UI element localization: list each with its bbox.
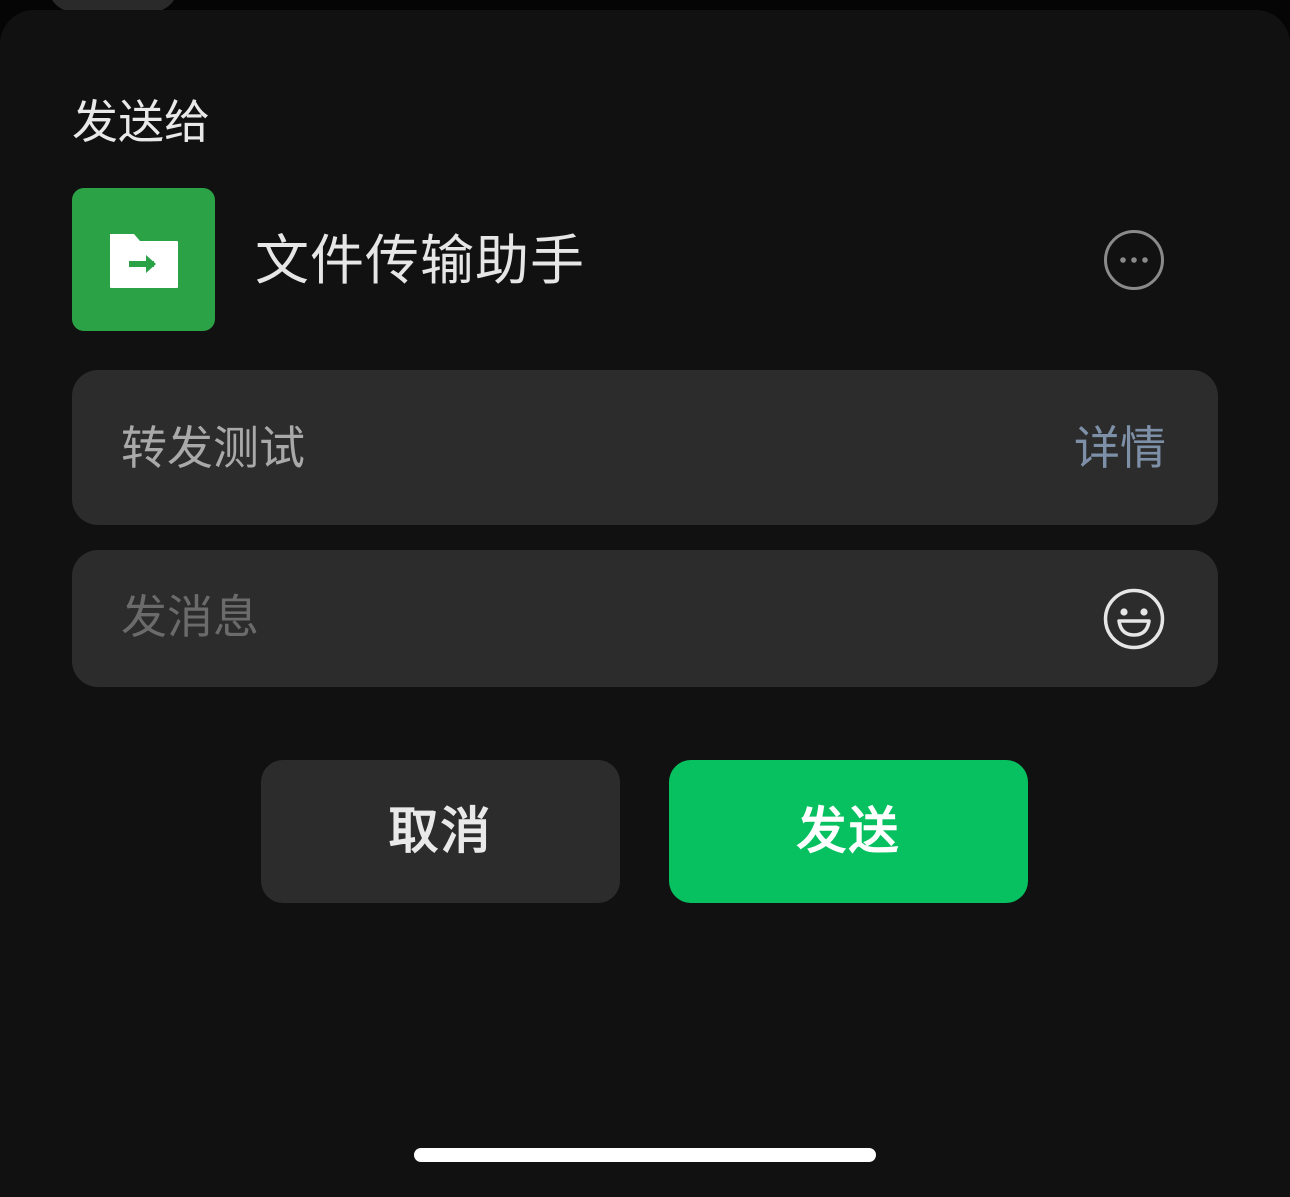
forward-content-text: 转发测试 bbox=[121, 421, 305, 475]
send-button[interactable]: 发送 bbox=[669, 760, 1028, 903]
message-input[interactable] bbox=[121, 584, 1081, 650]
sheet-title: 发送给 bbox=[72, 95, 210, 149]
home-indicator[interactable] bbox=[414, 1148, 876, 1162]
file-transfer-icon bbox=[110, 234, 178, 288]
message-box bbox=[72, 550, 1218, 687]
emoji-icon bbox=[1103, 588, 1165, 650]
share-sheet: 发送给 文件传输助手 转发测试 详情 发消息 取消 发送 bbox=[0, 10, 1290, 1197]
recipient-avatar bbox=[72, 188, 215, 331]
recipient-row: 文件传输助手 bbox=[72, 188, 1218, 331]
emoji-button[interactable] bbox=[1102, 587, 1166, 651]
more-options-icon bbox=[1104, 230, 1164, 290]
recipient-name: 文件传输助手 bbox=[255, 229, 585, 292]
forward-content-preview: 转发测试 详情 bbox=[72, 370, 1218, 525]
detail-link[interactable]: 详情 bbox=[1074, 420, 1166, 476]
more-options-button[interactable] bbox=[1103, 229, 1165, 291]
cancel-button[interactable]: 取消 bbox=[261, 760, 620, 903]
